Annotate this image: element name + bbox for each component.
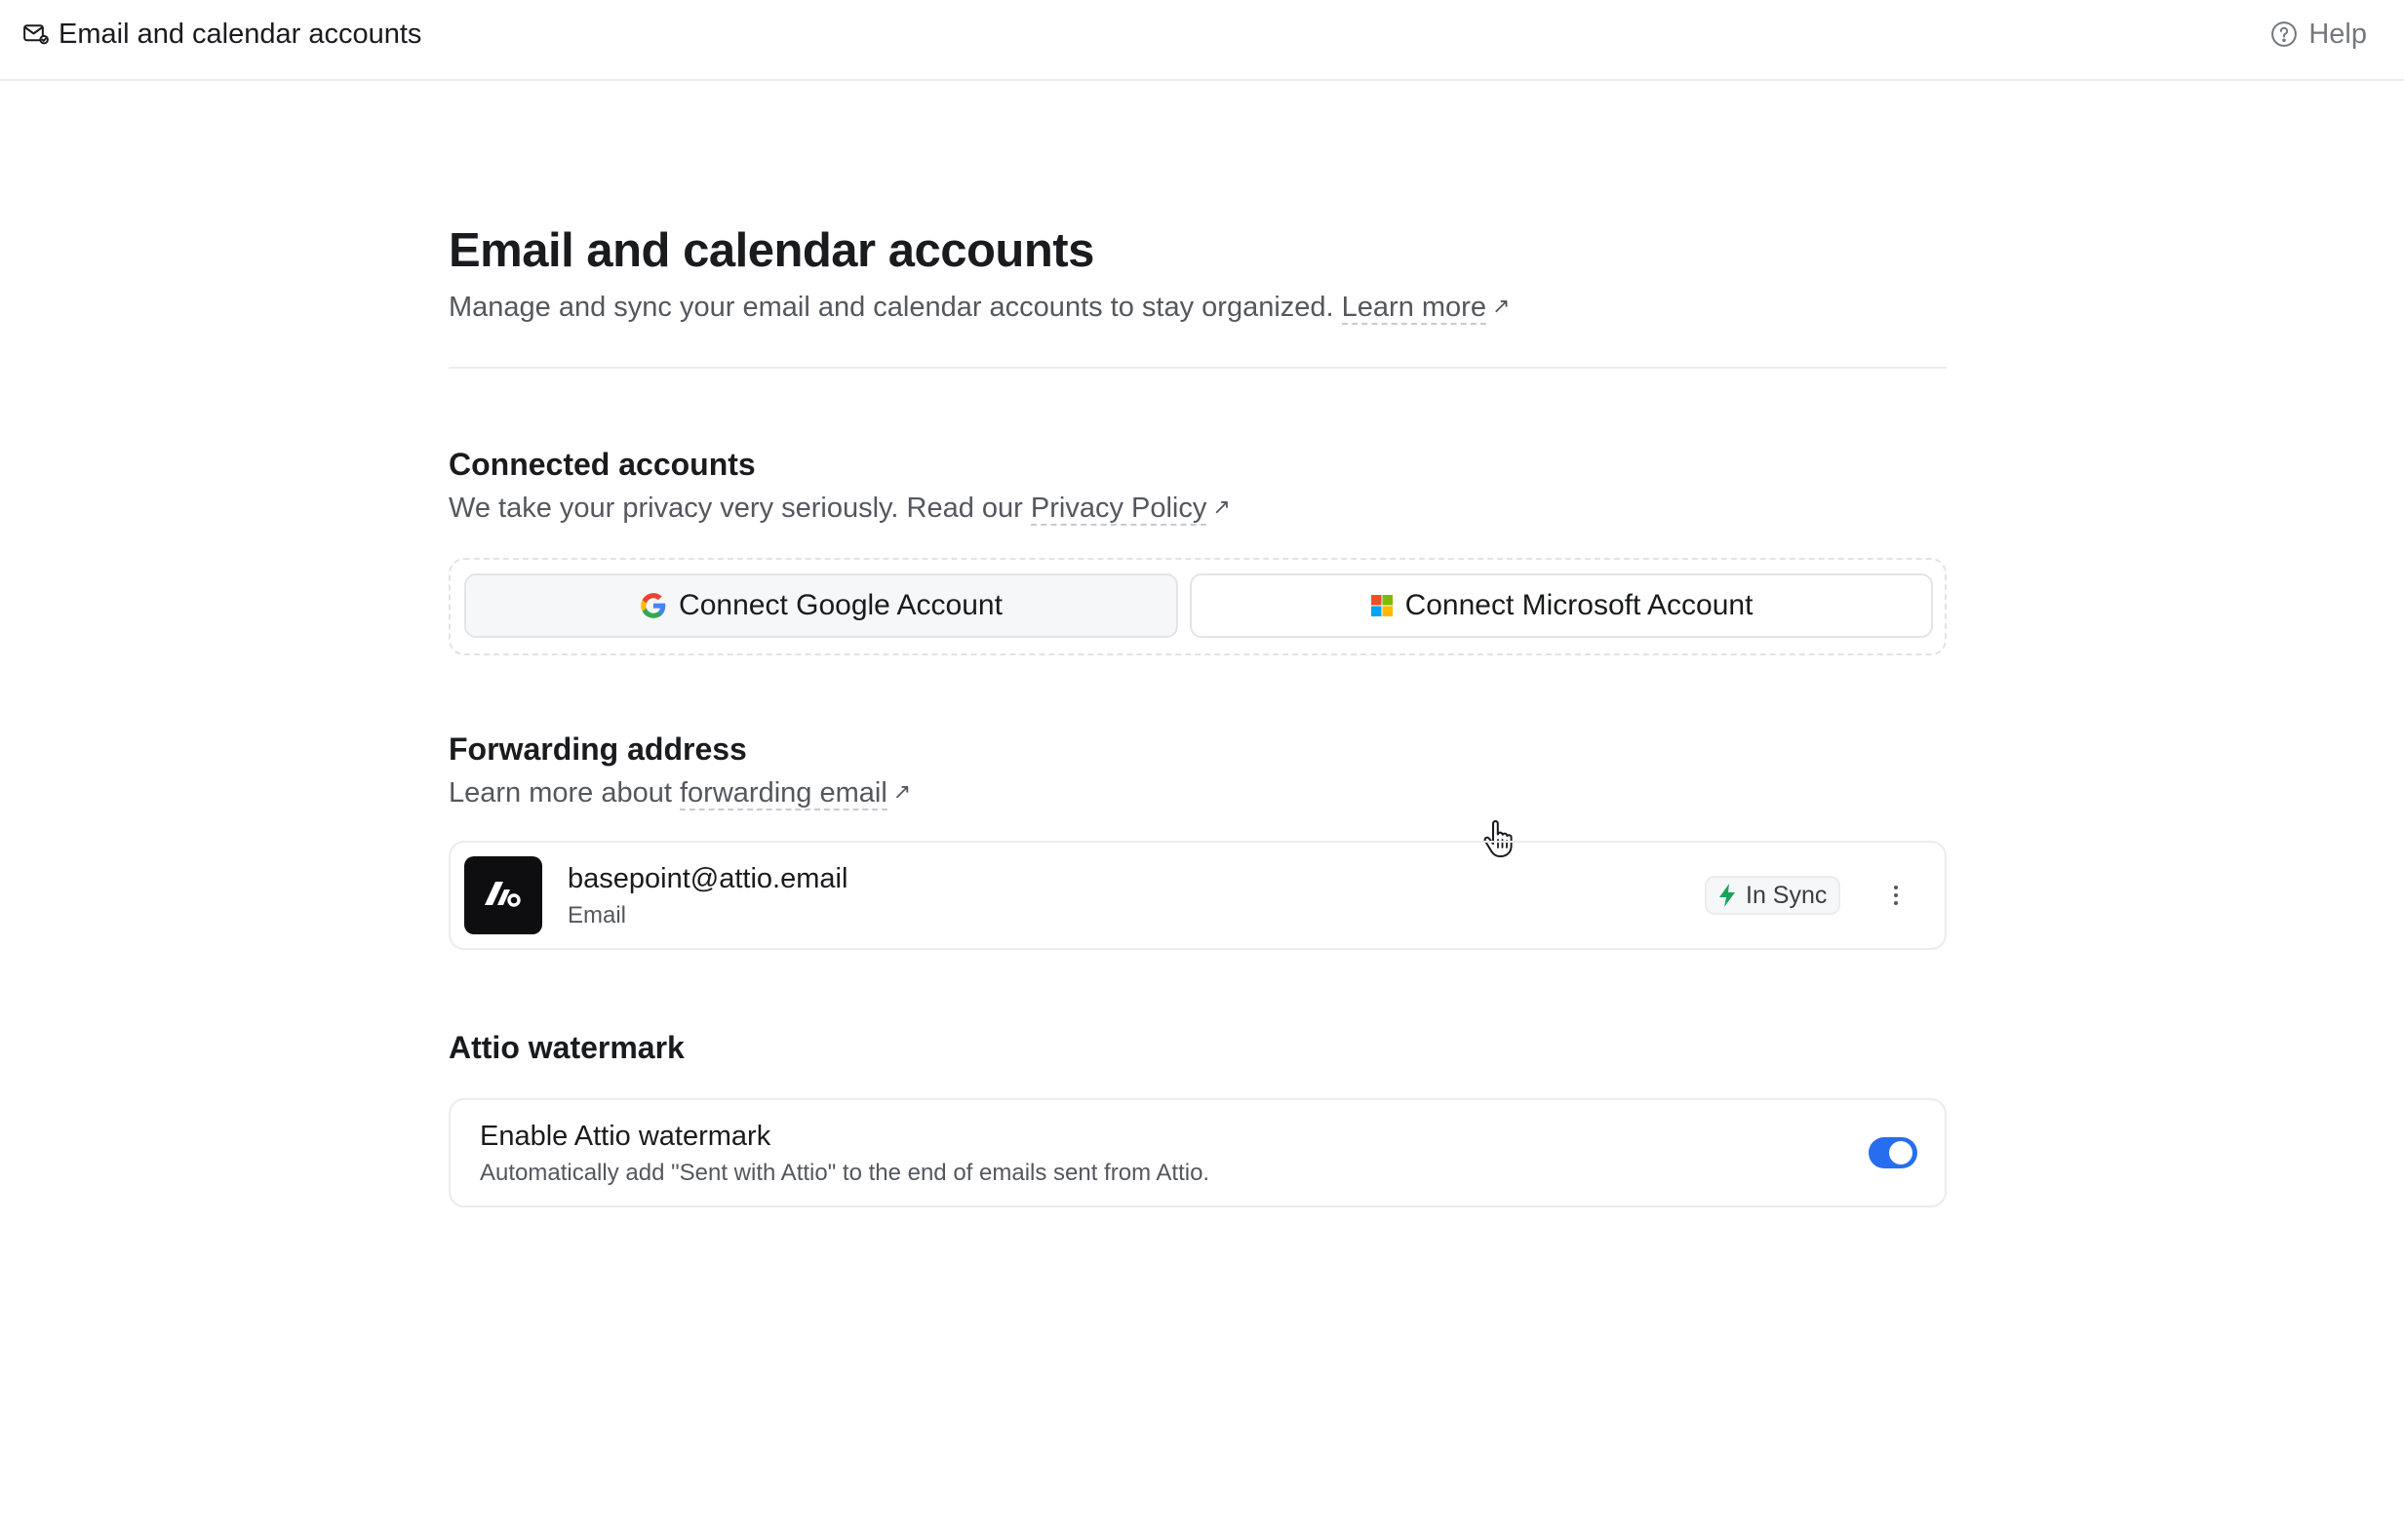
page-subtitle: Manage and sync your email and calendar … [449, 285, 1947, 329]
attio-logo-icon [485, 882, 521, 907]
mail-settings-icon [23, 24, 49, 45]
breadcrumb: Email and calendar accounts [21, 16, 421, 53]
page-subtitle-text: Manage and sync your email and calendar … [449, 292, 1334, 323]
more-options-button[interactable] [1876, 876, 1915, 915]
toggle-knob [1889, 1141, 1912, 1165]
watermark-setting-title: Enable Attio watermark [480, 1121, 771, 1152]
lightning-bolt-icon [1719, 884, 1735, 907]
connect-google-button[interactable]: Connect Google Account [464, 573, 1178, 638]
external-link-icon: ↗ [1491, 294, 1511, 318]
watermark-card: Enable Attio watermark Automatically add… [449, 1098, 1947, 1207]
forwarding-address-subtitle: Learn more about forwarding email ↗ [449, 770, 1947, 814]
forwarding-email-type: Email [568, 902, 627, 928]
google-logo-icon [641, 593, 666, 618]
connect-microsoft-button[interactable]: Connect Microsoft Account [1190, 573, 1933, 638]
forwarding-subtitle-text: Learn more about [449, 777, 672, 809]
forwarding-address-card: basepoint@attio.email Email In Sync [449, 841, 1947, 950]
sync-status-label: In Sync [1746, 881, 1828, 909]
divider [449, 367, 1947, 369]
learn-more-link[interactable]: Learn more [1341, 292, 1486, 325]
watermark-section: Attio watermark [449, 1026, 1947, 1069]
connected-accounts-section: Connected accounts We take your privacy … [449, 443, 1947, 530]
page-title: Email and calendar accounts [449, 224, 1094, 277]
connect-microsoft-label: Connect Microsoft Account [1404, 589, 1754, 621]
watermark-setting-description: Automatically add "Sent with Attio" to t… [480, 1160, 1210, 1186]
help-label: Help [2308, 18, 2367, 50]
top-bar: Email and calendar accounts Help [0, 0, 2404, 81]
privacy-policy-link[interactable]: Privacy Policy [1030, 493, 1207, 526]
attio-logo-avatar [464, 856, 542, 934]
watermark-title: Attio watermark [449, 1030, 685, 1065]
watermark-toggle[interactable] [1869, 1137, 1917, 1168]
forwarding-email-address: basepoint@attio.email [568, 863, 848, 894]
vertical-dots-icon [1894, 886, 1898, 905]
connect-google-label: Connect Google Account [679, 589, 1003, 621]
question-circle-icon [2271, 21, 2298, 47]
external-link-icon: ↗ [1212, 494, 1231, 519]
forwarding-email-link[interactable]: forwarding email [680, 777, 887, 810]
microsoft-logo-icon [1370, 595, 1393, 616]
connected-accounts-subtitle: We take your privacy very seriously. Rea… [449, 486, 1947, 530]
external-link-icon: ↗ [892, 779, 912, 804]
connect-accounts-box: Connect Google Account Connect Microsoft… [449, 558, 1947, 655]
topbar-title: Email and calendar accounts [59, 18, 422, 50]
connected-accounts-subtitle-text: We take your privacy very seriously. Rea… [449, 493, 1023, 524]
forwarding-address-title: Forwarding address [449, 731, 747, 767]
forwarding-address-section: Forwarding address Learn more about forw… [449, 728, 1947, 814]
help-button[interactable]: Help [2269, 16, 2367, 53]
main-content: Email and calendar accounts Manage and s… [449, 217, 1947, 1207]
connected-accounts-title: Connected accounts [449, 447, 756, 482]
sync-status-badge: In Sync [1705, 876, 1841, 915]
